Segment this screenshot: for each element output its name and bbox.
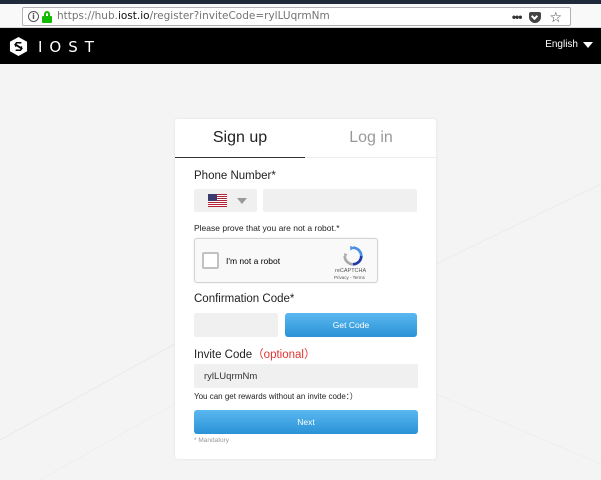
recaptcha-checkbox[interactable]: [202, 252, 219, 269]
recaptcha-brand: reCAPTCHA: [335, 268, 367, 274]
tab-signup[interactable]: Sign up: [175, 119, 305, 158]
recaptcha-label: I'm not a robot: [226, 256, 281, 266]
logo[interactable]: IOST: [9, 37, 101, 56]
url-text[interactable]: https://hub.iost.io/register?inviteCode=…: [57, 10, 330, 22]
auth-tabs: Sign up Log in: [175, 119, 436, 158]
phone-input[interactable]: [263, 189, 417, 212]
browser-toolbar: i https://hub.iost.io/register?inviteCod…: [0, 4, 601, 28]
pocket-icon[interactable]: [529, 11, 542, 23]
invite-code-input[interactable]: [194, 364, 418, 388]
url-prefix: https://hub.: [57, 10, 118, 22]
site-header: IOST English: [0, 28, 601, 64]
star-icon[interactable]: ☆: [549, 10, 562, 24]
robot-prompt: Please prove that you are not a robot.*: [194, 223, 340, 233]
phone-label: Phone Number*: [194, 170, 276, 182]
confirmation-label: Confirmation Code*: [194, 293, 295, 305]
url-domain: iost.io: [117, 10, 150, 22]
info-icon[interactable]: i: [28, 11, 39, 22]
address-bar[interactable]: i https://hub.iost.io/register?inviteCod…: [22, 7, 571, 26]
invite-label-text: Invite Code: [194, 349, 253, 361]
invite-optional-text: （optional）: [252, 349, 316, 361]
language-selector[interactable]: English: [545, 39, 593, 50]
invite-label: Invite Code（optional）: [194, 346, 315, 362]
language-label: English: [545, 39, 578, 50]
country-select[interactable]: [194, 189, 257, 212]
get-code-button[interactable]: Get Code: [285, 313, 417, 337]
url-actions: ••• ☆: [512, 9, 562, 25]
confirmation-code-input[interactable]: [194, 313, 278, 337]
page-actions-icon[interactable]: •••: [512, 10, 523, 24]
invite-hint: You can get rewards without an invite co…: [194, 392, 358, 401]
chevron-down-icon: [237, 198, 247, 204]
recaptcha-widget: I'm not a robot reCAPTCHA Privacy - Term…: [194, 238, 378, 283]
logo-text: IOST: [38, 37, 101, 56]
mandatory-note: * Mandatory: [194, 437, 230, 444]
us-flag-icon: [208, 194, 227, 207]
next-button[interactable]: Next: [194, 410, 418, 434]
recaptcha-logo-icon: [343, 245, 363, 266]
iost-logo-icon: [9, 37, 28, 56]
lock-icon[interactable]: [42, 11, 52, 23]
recaptcha-links[interactable]: Privacy - Terms: [334, 275, 365, 280]
caret-down-icon: [583, 41, 593, 48]
url-path: /register?inviteCode=rylLUqrmNm: [149, 10, 330, 22]
tab-login[interactable]: Log in: [306, 119, 436, 158]
